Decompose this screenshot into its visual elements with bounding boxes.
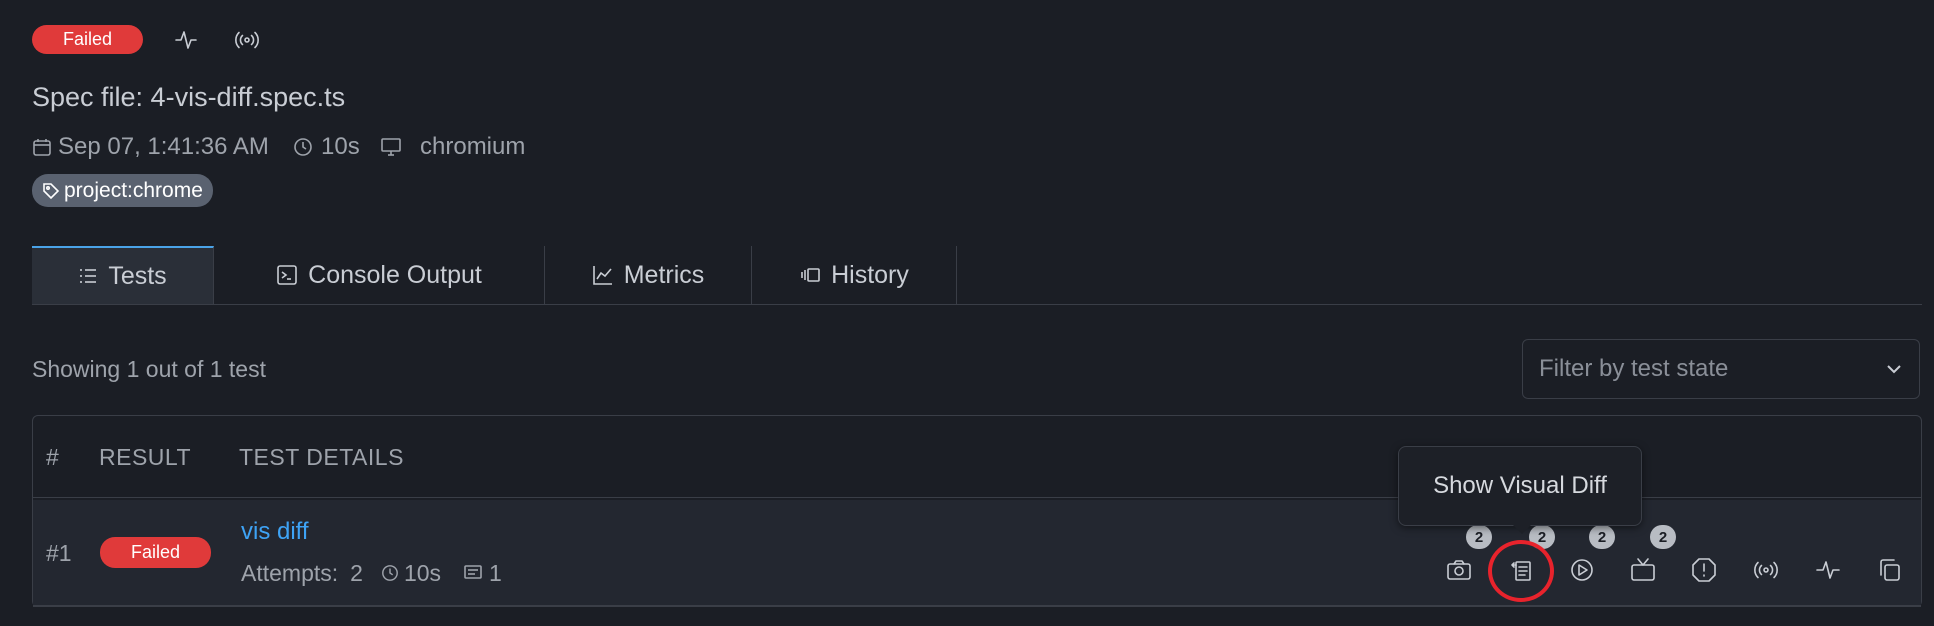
spec-browser-text: chromium — [420, 133, 526, 160]
test-name-link[interactable]: vis diff — [241, 518, 309, 546]
activity-icon — [1816, 561, 1840, 579]
project-tag-text: project:chrome — [64, 178, 203, 202]
performance-button[interactable] — [1813, 555, 1843, 585]
list-icon — [80, 269, 97, 283]
tab-tests[interactable]: Tests — [32, 246, 214, 304]
videos-button[interactable]: 2 — [1567, 525, 1615, 585]
tab-bar: Tests Console Output Metrics History — [32, 246, 1922, 305]
history-icon — [801, 268, 820, 282]
copy-button[interactable] — [1875, 555, 1905, 585]
chart-icon — [592, 266, 612, 285]
tag-icon — [43, 182, 60, 199]
tab-tests-label: Tests — [108, 261, 167, 290]
copy-icon — [1880, 559, 1900, 581]
highlight-ring — [1488, 540, 1554, 602]
activity-icon[interactable] — [172, 26, 200, 54]
message-icon — [464, 565, 482, 579]
tooltip: Show Visual Diff — [1398, 446, 1642, 526]
clock-icon — [382, 565, 398, 581]
terminal-icon — [277, 265, 297, 285]
tab-history-label: History — [831, 260, 909, 289]
tab-metrics[interactable]: Metrics — [545, 246, 752, 304]
tab-history[interactable]: History — [752, 246, 957, 304]
calendar-icon — [33, 139, 51, 156]
spec-date-text: Sep 07, 1:41:36 AM — [58, 133, 269, 160]
errors-button[interactable] — [1689, 555, 1719, 585]
broadcast-icon[interactable] — [232, 26, 262, 54]
attempts-count: 2 — [350, 559, 363, 586]
play-icon — [1571, 559, 1593, 581]
network-button[interactable] — [1751, 555, 1781, 585]
page-title: Spec file: 4-vis-diff.spec.ts — [32, 82, 346, 112]
screenshots-count: 2 — [1466, 525, 1492, 549]
spec-duration: 10s — [293, 131, 360, 163]
test-duration: 10s — [403, 559, 442, 586]
tab-console-output[interactable]: Console Output — [214, 246, 545, 304]
spec-browser: chromium — [380, 131, 525, 163]
chevron-down-icon — [1887, 365, 1901, 374]
alert-icon — [1692, 558, 1716, 582]
tests-summary: Showing 1 out of 1 test — [32, 356, 266, 382]
tv-icon — [1631, 558, 1655, 581]
screenshots-button[interactable]: 2 — [1444, 525, 1492, 585]
status-badge: Failed — [32, 25, 143, 54]
spec-date: Sep 07, 1:41:36 AM — [32, 131, 269, 163]
column-index: # — [46, 444, 60, 470]
column-test-details: TEST DETAILS — [239, 444, 404, 470]
tab-console-output-label: Console Output — [308, 260, 482, 289]
monitor-icon — [381, 138, 401, 156]
filter-select[interactable]: Filter by test state — [1522, 339, 1920, 399]
attempts-label: Attempts: — [241, 559, 339, 586]
broadcast-icon — [1754, 561, 1778, 579]
project-tag: project:chrome — [32, 174, 213, 207]
error-count: 1 — [489, 559, 502, 586]
tab-metrics-label: Metrics — [623, 260, 705, 289]
camera-icon — [1447, 560, 1471, 580]
filter-placeholder: Filter by test state — [1539, 355, 1729, 382]
traces-button[interactable]: 2 — [1628, 525, 1676, 585]
row-index: #1 — [46, 540, 72, 566]
spec-duration-text: 10s — [321, 133, 360, 160]
test-meta: Attempts: 2 10s 1 — [241, 558, 502, 588]
clock-icon — [294, 138, 312, 156]
traces-count: 2 — [1650, 525, 1676, 549]
videos-count: 2 — [1589, 525, 1615, 549]
column-result: RESULT — [99, 444, 192, 470]
tooltip-arrow — [1512, 524, 1532, 534]
row-status-badge: Failed — [100, 537, 211, 568]
